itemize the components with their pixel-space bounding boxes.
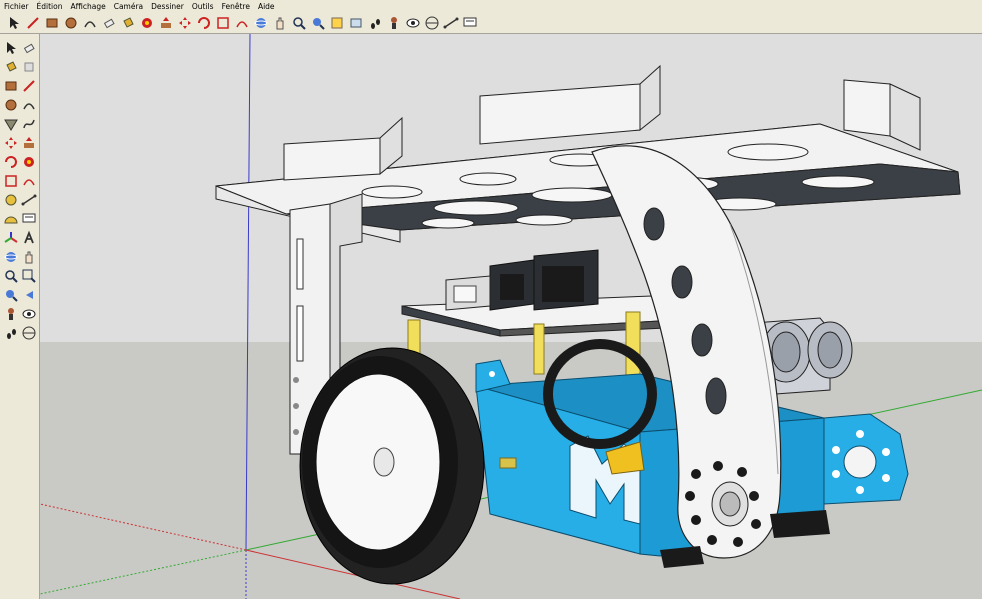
look-around-icon[interactable] [405, 15, 421, 31]
offset-icon[interactable] [234, 15, 250, 31]
push-pull-icon[interactable] [21, 135, 37, 151]
offset-icon[interactable] [21, 173, 37, 189]
previous-icon[interactable] [21, 287, 37, 303]
eraser-icon[interactable] [101, 15, 117, 31]
paint-bucket-icon[interactable] [120, 15, 136, 31]
zoom-window-icon[interactable] [21, 268, 37, 284]
previous-view-icon[interactable] [348, 15, 364, 31]
menu-item-5[interactable]: Outils [192, 0, 214, 13]
rotate-icon[interactable] [196, 15, 212, 31]
zoom-extents-icon[interactable] [310, 15, 326, 31]
section-plane-icon[interactable] [424, 15, 440, 31]
paint-bucket-icon[interactable] [3, 59, 19, 75]
main-toolbar [0, 13, 982, 34]
dimension-icon[interactable] [443, 15, 459, 31]
text-icon[interactable] [462, 15, 478, 31]
bottom-bracket [770, 510, 830, 538]
walk-icon[interactable] [367, 15, 383, 31]
menu-item-7[interactable]: Aide [258, 0, 275, 13]
look-around-icon[interactable] [21, 306, 37, 322]
position-camera-icon[interactable] [3, 306, 19, 322]
polygon-icon[interactable] [3, 116, 19, 132]
orbit-icon[interactable] [253, 15, 269, 31]
freehand-icon[interactable] [21, 116, 37, 132]
move-icon[interactable] [177, 15, 193, 31]
walk-icon[interactable] [3, 325, 19, 341]
front-wheel [299, 347, 485, 585]
pan-icon[interactable] [21, 249, 37, 265]
tape-measure-icon[interactable] [3, 192, 19, 208]
select-icon[interactable] [6, 15, 22, 31]
3d-viewport[interactable] [40, 34, 982, 599]
menu-bar: Fichier Édition Affichage Caméra Dessiner Out… [0, 0, 982, 13]
tools-sidebar [0, 34, 40, 599]
zoom-icon[interactable] [3, 268, 19, 284]
scale-icon[interactable] [215, 15, 231, 31]
line-icon[interactable] [21, 78, 37, 94]
protractor-icon[interactable] [3, 211, 19, 227]
3d-text-icon[interactable] [21, 230, 37, 246]
circle-icon[interactable] [3, 97, 19, 113]
scale-icon[interactable] [3, 173, 19, 189]
arc-icon[interactable] [21, 97, 37, 113]
scene-canvas[interactable] [40, 34, 982, 599]
rectangle-icon[interactable] [44, 15, 60, 31]
section-plane-icon[interactable] [21, 325, 37, 341]
menu-item-6[interactable]: Fenêtre [222, 0, 250, 13]
menu-item-1[interactable]: Édition [37, 0, 63, 13]
component-icon[interactable] [329, 15, 345, 31]
rotate-icon[interactable] [3, 154, 19, 170]
follow-me-icon[interactable] [21, 154, 37, 170]
make-component-icon[interactable] [21, 59, 37, 75]
position-camera-icon[interactable] [386, 15, 402, 31]
select-icon[interactable] [3, 40, 19, 56]
zoom-extents-icon[interactable] [3, 287, 19, 303]
menu-item-0[interactable]: Fichier [4, 0, 29, 13]
pan-icon[interactable] [272, 15, 288, 31]
axes-icon[interactable] [3, 230, 19, 246]
dimension-icon[interactable] [21, 192, 37, 208]
eraser-icon[interactable] [21, 40, 37, 56]
menu-item-3[interactable]: Caméra [114, 0, 143, 13]
orbit-icon[interactable] [3, 249, 19, 265]
rectangle-icon[interactable] [3, 78, 19, 94]
move-icon[interactable] [3, 135, 19, 151]
text-icon[interactable] [21, 211, 37, 227]
circle-icon[interactable] [63, 15, 79, 31]
zoom-icon[interactable] [291, 15, 307, 31]
arc-icon[interactable] [82, 15, 98, 31]
menu-item-2[interactable]: Affichage [70, 0, 105, 13]
follow-me-icon[interactable] [139, 15, 155, 31]
line-icon[interactable] [25, 15, 41, 31]
menu-item-4[interactable]: Dessiner [151, 0, 184, 13]
push-pull-icon[interactable] [158, 15, 174, 31]
